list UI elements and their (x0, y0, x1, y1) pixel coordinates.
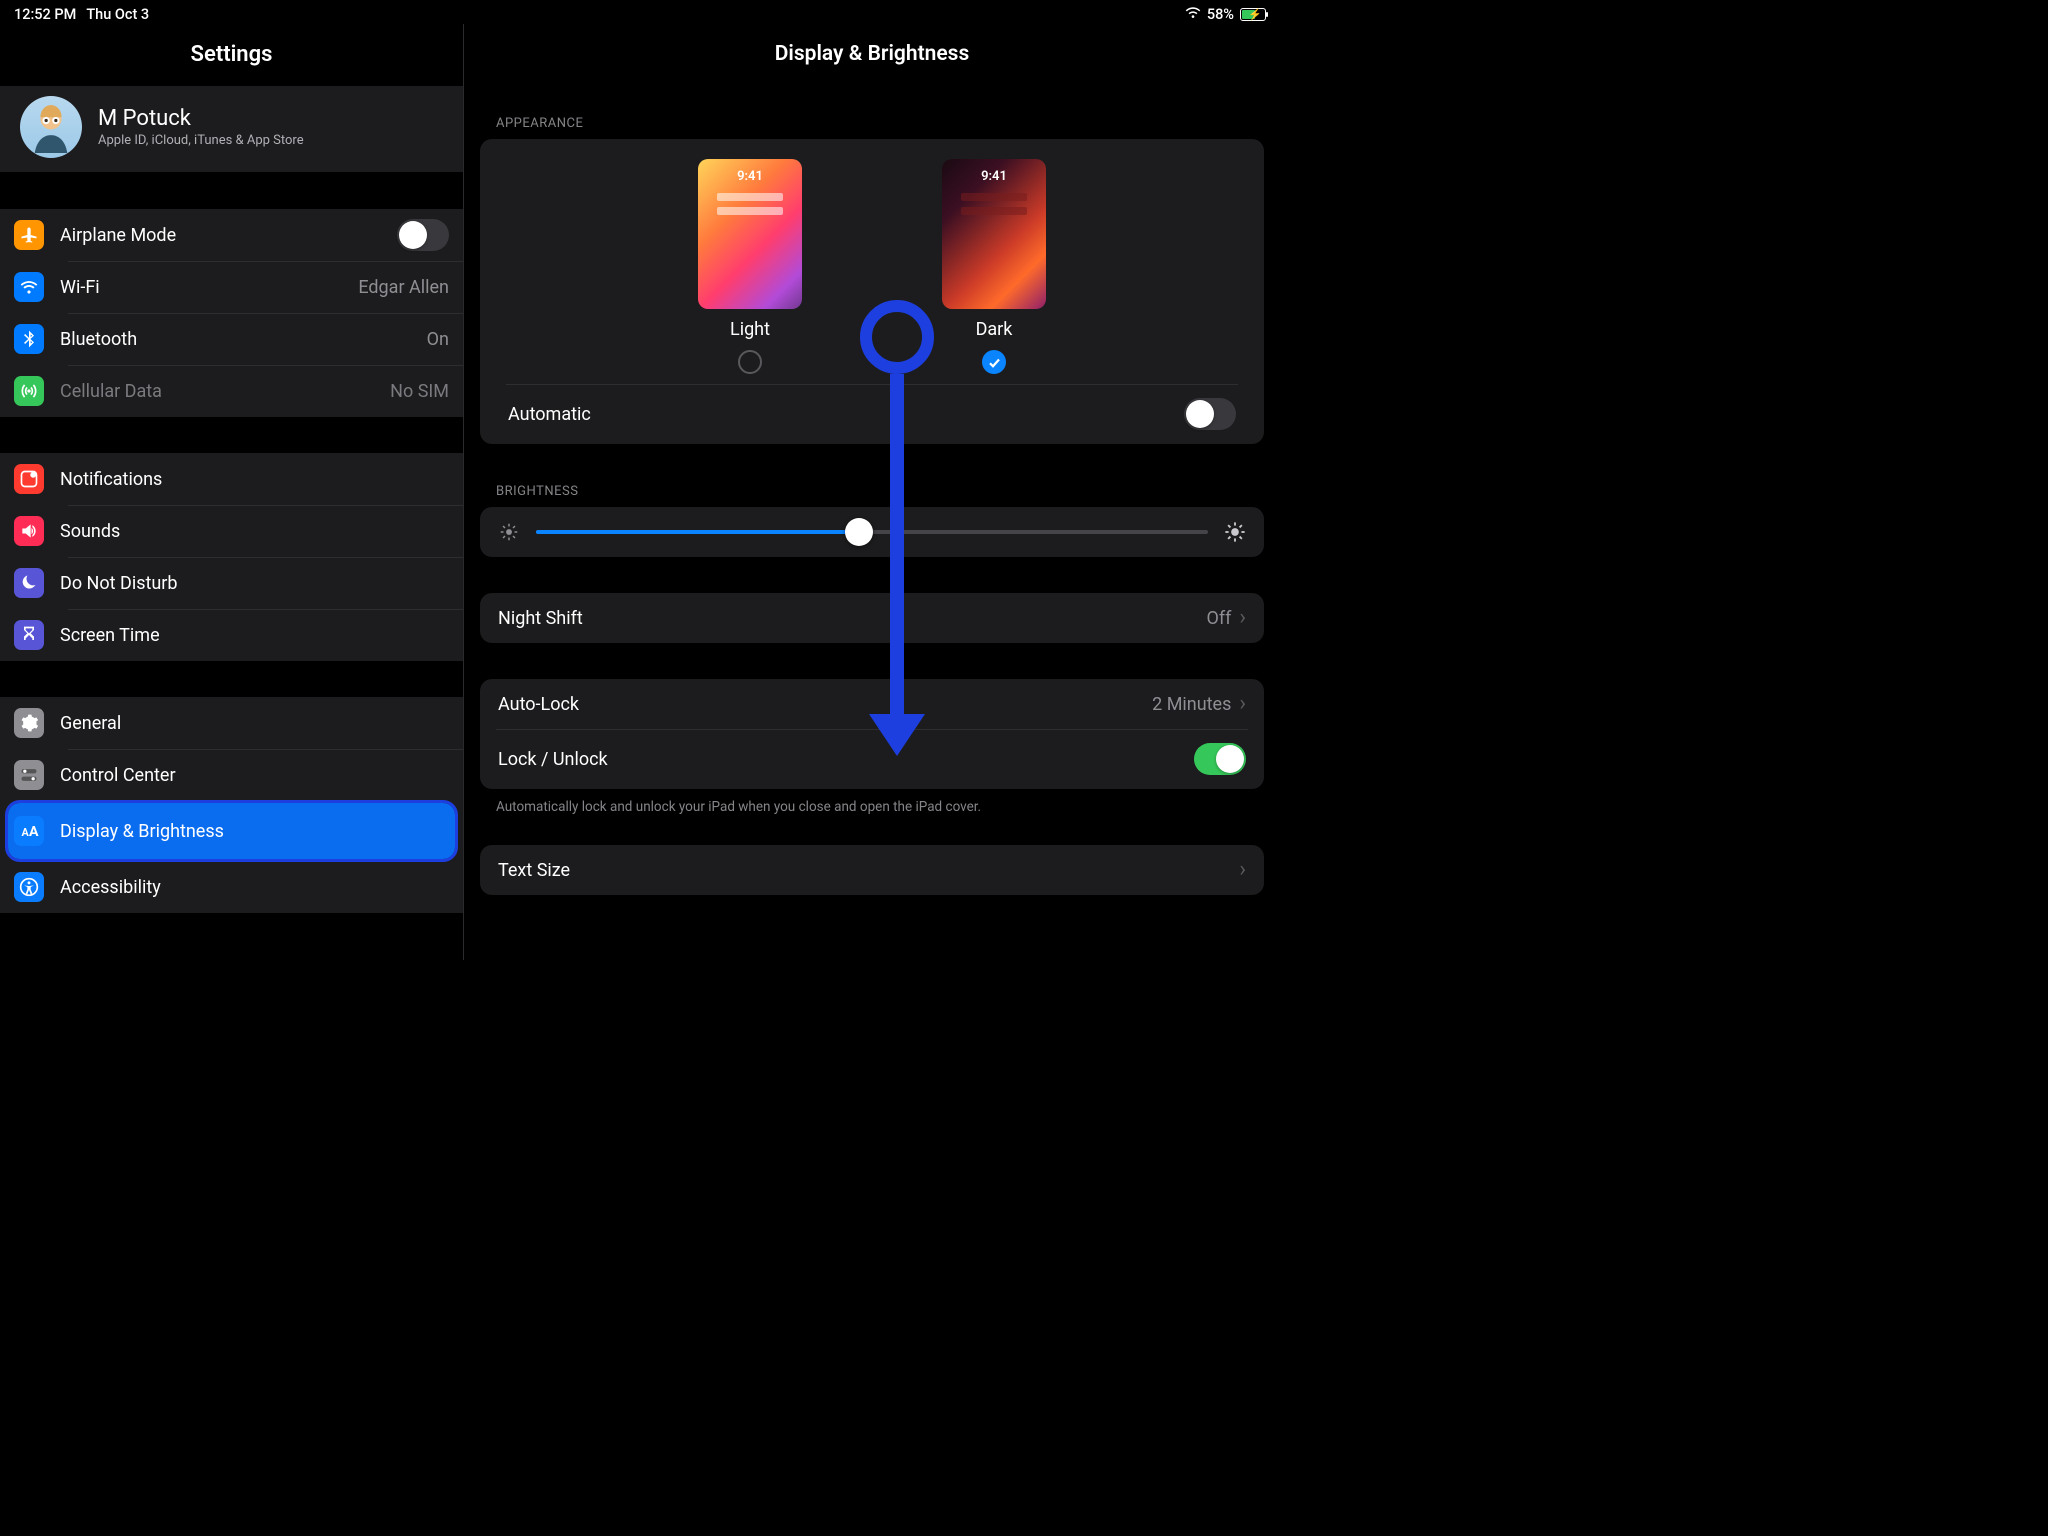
autolock-row[interactable]: Auto-Lock 2 Minutes › (480, 679, 1264, 729)
switches-icon (14, 760, 44, 790)
cellular-value: No SIM (390, 381, 449, 402)
theme-dark[interactable]: 9:41 Dark (942, 159, 1046, 374)
svg-text:A: A (29, 824, 39, 840)
autolock-value: 2 Minutes (1152, 694, 1231, 715)
bluetooth-value: On (427, 329, 449, 350)
wifi-label: Wi-Fi (60, 277, 358, 298)
lockunlock-row[interactable]: Lock / Unlock (480, 729, 1264, 789)
sidebar-item-general[interactable]: General (0, 697, 463, 749)
notifications-icon (14, 464, 44, 494)
cellular-icon (14, 376, 44, 406)
sidebar-title: Settings (0, 24, 463, 85)
lockunlock-toggle[interactable] (1194, 743, 1246, 775)
textsize-row[interactable]: Text Size › (480, 845, 1264, 895)
dark-label: Dark (976, 319, 1013, 340)
profile-sub: Apple ID, iCloud, iTunes & App Store (98, 133, 304, 148)
sidebar-item-notifications[interactable]: Notifications (0, 453, 463, 505)
autolock-label: Auto-Lock (498, 694, 579, 715)
notifications-label: Notifications (60, 469, 449, 490)
appearance-card: 9:41 Light 9:41 Dark Automatic (480, 139, 1264, 444)
sun-small-icon (498, 521, 520, 543)
dnd-label: Do Not Disturb (60, 573, 449, 594)
hourglass-icon (14, 620, 44, 650)
chevron-right-icon: › (1239, 607, 1246, 629)
lockunlock-label: Lock / Unlock (498, 749, 608, 770)
theme-light[interactable]: 9:41 Light (698, 159, 802, 374)
gear-icon (14, 708, 44, 738)
chevron-right-icon: › (1239, 693, 1246, 715)
automatic-row[interactable]: Automatic (490, 384, 1254, 444)
nightshift-row[interactable]: Night Shift Off › (480, 593, 1264, 643)
brightness-card (480, 507, 1264, 557)
nightshift-label: Night Shift (498, 608, 583, 629)
sidebar-item-cellular[interactable]: Cellular Data No SIM (0, 365, 463, 417)
wifi-row-icon (14, 272, 44, 302)
lock-card: Auto-Lock 2 Minutes › Lock / Unlock (480, 679, 1264, 789)
text-size-icon: AA (14, 816, 44, 846)
thumb-clock: 9:41 (942, 169, 1046, 184)
sidebar-item-accessibility[interactable]: Accessibility (0, 861, 463, 913)
sidebar-item-dnd[interactable]: Do Not Disturb (0, 557, 463, 609)
sounds-icon (14, 516, 44, 546)
airplane-label: Airplane Mode (60, 225, 397, 246)
nightshift-value: Off (1206, 608, 1231, 629)
dark-thumbnail: 9:41 (942, 159, 1046, 309)
sidebar-item-display[interactable]: AA Display & Brightness (8, 803, 455, 859)
appearance-header: APPEARANCE (496, 116, 1264, 131)
airplane-icon (14, 220, 44, 250)
cellular-label: Cellular Data (60, 381, 390, 402)
accessibility-icon (14, 872, 44, 902)
lockunlock-note: Automatically lock and unlock your iPad … (480, 789, 1264, 815)
status-time: 12:52 PM (14, 6, 76, 23)
sidebar-item-wifi[interactable]: Wi-Fi Edgar Allen (0, 261, 463, 313)
brightness-slider[interactable] (536, 530, 1208, 534)
light-label: Light (730, 319, 770, 340)
sounds-label: Sounds (60, 521, 449, 542)
sidebar-item-sounds[interactable]: Sounds (0, 505, 463, 557)
bluetooth-icon (14, 324, 44, 354)
sun-large-icon (1224, 521, 1246, 543)
textsize-card: Text Size › (480, 845, 1264, 895)
dark-radio[interactable] (982, 350, 1006, 374)
automatic-label: Automatic (508, 404, 591, 425)
detail-pane: Display & Brightness APPEARANCE 9:41 Lig… (464, 24, 1280, 960)
brightness-header: BRIGHTNESS (496, 484, 1264, 499)
bluetooth-label: Bluetooth (60, 329, 427, 350)
settings-sidebar: Settings M Potuck Apple ID, iCloud, iTun… (0, 24, 464, 960)
display-label: Display & Brightness (60, 821, 441, 842)
accessibility-label: Accessibility (60, 877, 449, 898)
detail-title: Display & Brightness (480, 24, 1264, 76)
wifi-icon (1185, 6, 1201, 23)
sidebar-item-bluetooth[interactable]: Bluetooth On (0, 313, 463, 365)
wifi-value: Edgar Allen (358, 277, 449, 298)
airplane-toggle[interactable] (397, 219, 449, 251)
thumb-clock: 9:41 (698, 169, 802, 184)
automatic-toggle[interactable] (1184, 398, 1236, 430)
profile-row[interactable]: M Potuck Apple ID, iCloud, iTunes & App … (0, 85, 463, 173)
battery-icon: ⚡ (1240, 8, 1266, 21)
sidebar-item-controlcenter[interactable]: Control Center (0, 749, 463, 801)
avatar (20, 96, 82, 158)
general-label: General (60, 713, 449, 734)
profile-name: M Potuck (98, 106, 304, 131)
status-date: Thu Oct 3 (86, 6, 149, 23)
light-radio[interactable] (738, 350, 762, 374)
moon-icon (14, 568, 44, 598)
sidebar-item-airplane[interactable]: Airplane Mode (0, 209, 463, 261)
textsize-label: Text Size (498, 860, 570, 881)
light-thumbnail: 9:41 (698, 159, 802, 309)
sidebar-item-screentime[interactable]: Screen Time (0, 609, 463, 661)
battery-percent: 58% (1207, 6, 1234, 23)
nightshift-card: Night Shift Off › (480, 593, 1264, 643)
chevron-right-icon: › (1239, 859, 1246, 881)
status-bar: 12:52 PM Thu Oct 3 58% ⚡ (0, 0, 1280, 24)
screentime-label: Screen Time (60, 625, 449, 646)
controlcenter-label: Control Center (60, 765, 449, 786)
